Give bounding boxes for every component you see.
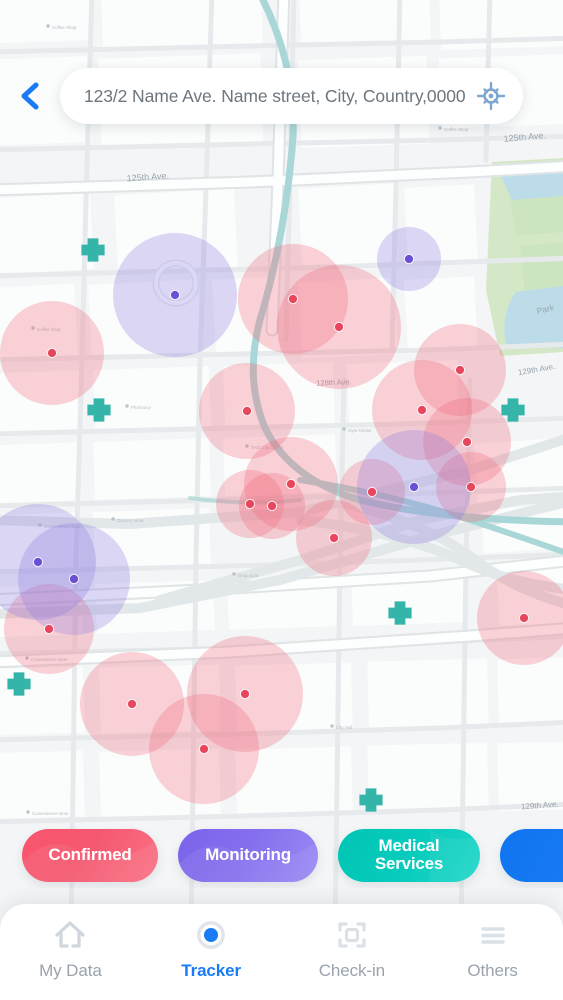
map-marker-confirmed[interactable] [329,533,339,543]
chip-medical-services-label: Medical Services [374,835,444,873]
map-marker-confirmed[interactable] [127,699,137,709]
nav-label-my-data: My Data [39,961,102,980]
svg-text:Coffee Shop: Coffee Shop [444,127,469,132]
chip-confirmed[interactable]: Confirmed [22,828,158,882]
map-marker-confirmed[interactable] [417,405,427,415]
scan-frame-icon [335,918,369,952]
svg-text:Coffee Shop: Coffee Shop [52,25,77,30]
svg-text:Drug store: Drug store [238,573,259,578]
nav-label-others: Others [467,961,518,980]
nav-item-others[interactable]: Others [422,918,563,981]
map-marker-confirmed[interactable] [240,689,250,699]
map-marker-monitoring[interactable] [404,254,414,264]
radio-target-icon [194,918,228,952]
chip-confirmed-label: Confirmed [48,844,132,864]
map-marker-confirmed[interactable] [286,479,296,489]
home-icon [53,918,87,952]
nav-label-tracker: Tracker [181,961,242,980]
search-pill[interactable] [60,68,523,124]
map-marker-confirmed[interactable] [466,482,476,492]
map-marker-confirmed[interactable] [199,744,209,754]
map-marker-confirmed[interactable] [44,624,54,634]
back-button[interactable] [0,68,60,124]
nav-label-check-in: Check-in [318,961,386,980]
map-marker-confirmed[interactable] [47,348,57,358]
locate-button[interactable] [469,74,513,118]
svg-text:Grocery store: Grocery store [117,518,144,523]
map-marker-confirmed[interactable] [367,487,377,497]
map-poi-label: Convenience store [26,810,69,816]
crosshair-locate-icon [476,81,506,111]
map-marker-confirmed[interactable] [245,499,255,509]
svg-text:City Hall: City Hall [336,725,352,730]
map-marker-confirmed[interactable] [462,437,472,447]
map-marker-confirmed[interactable] [242,406,252,416]
nav-item-my-data[interactable]: My Data [0,918,141,981]
map-marker-confirmed[interactable] [334,322,344,332]
svg-text:Gym Center: Gym Center [348,428,372,433]
bottom-navigation: My Data Tracker Check-in Others [0,904,563,1000]
map-marker-monitoring[interactable] [409,482,419,492]
filter-chips-row: Confirmed Monitoring Medical Services [0,822,563,888]
map-marker-confirmed[interactable] [288,294,298,304]
chevron-left-icon [21,82,39,110]
tracker-screen: 125th Ave. 125th Ave. 128th Ave. 129th Ave.… [0,0,563,1000]
svg-text:Pharmacy: Pharmacy [131,405,152,410]
map-marker-monitoring[interactable] [69,574,79,584]
map-marker-confirmed[interactable] [519,613,529,623]
hamburger-menu-icon [476,918,510,952]
map-poi-label: Grocery store [111,517,144,523]
map-marker-monitoring[interactable] [33,557,43,567]
map-marker-confirmed[interactable] [455,365,465,375]
svg-text:Convenience store: Convenience store [32,811,69,816]
chip-monitoring-label: Monitoring [205,844,291,864]
nav-item-tracker[interactable]: Tracker [141,918,282,981]
search-input[interactable] [84,85,469,107]
nav-item-check-in[interactable]: Check-in [282,918,423,981]
chip-monitoring[interactable]: Monitoring [178,828,318,882]
chip-more[interactable] [500,828,563,882]
search-bar [0,68,563,124]
chip-medical-services[interactable]: Medical Services [338,828,480,882]
map-marker-confirmed[interactable] [267,501,277,511]
map-marker-monitoring[interactable] [170,290,180,300]
